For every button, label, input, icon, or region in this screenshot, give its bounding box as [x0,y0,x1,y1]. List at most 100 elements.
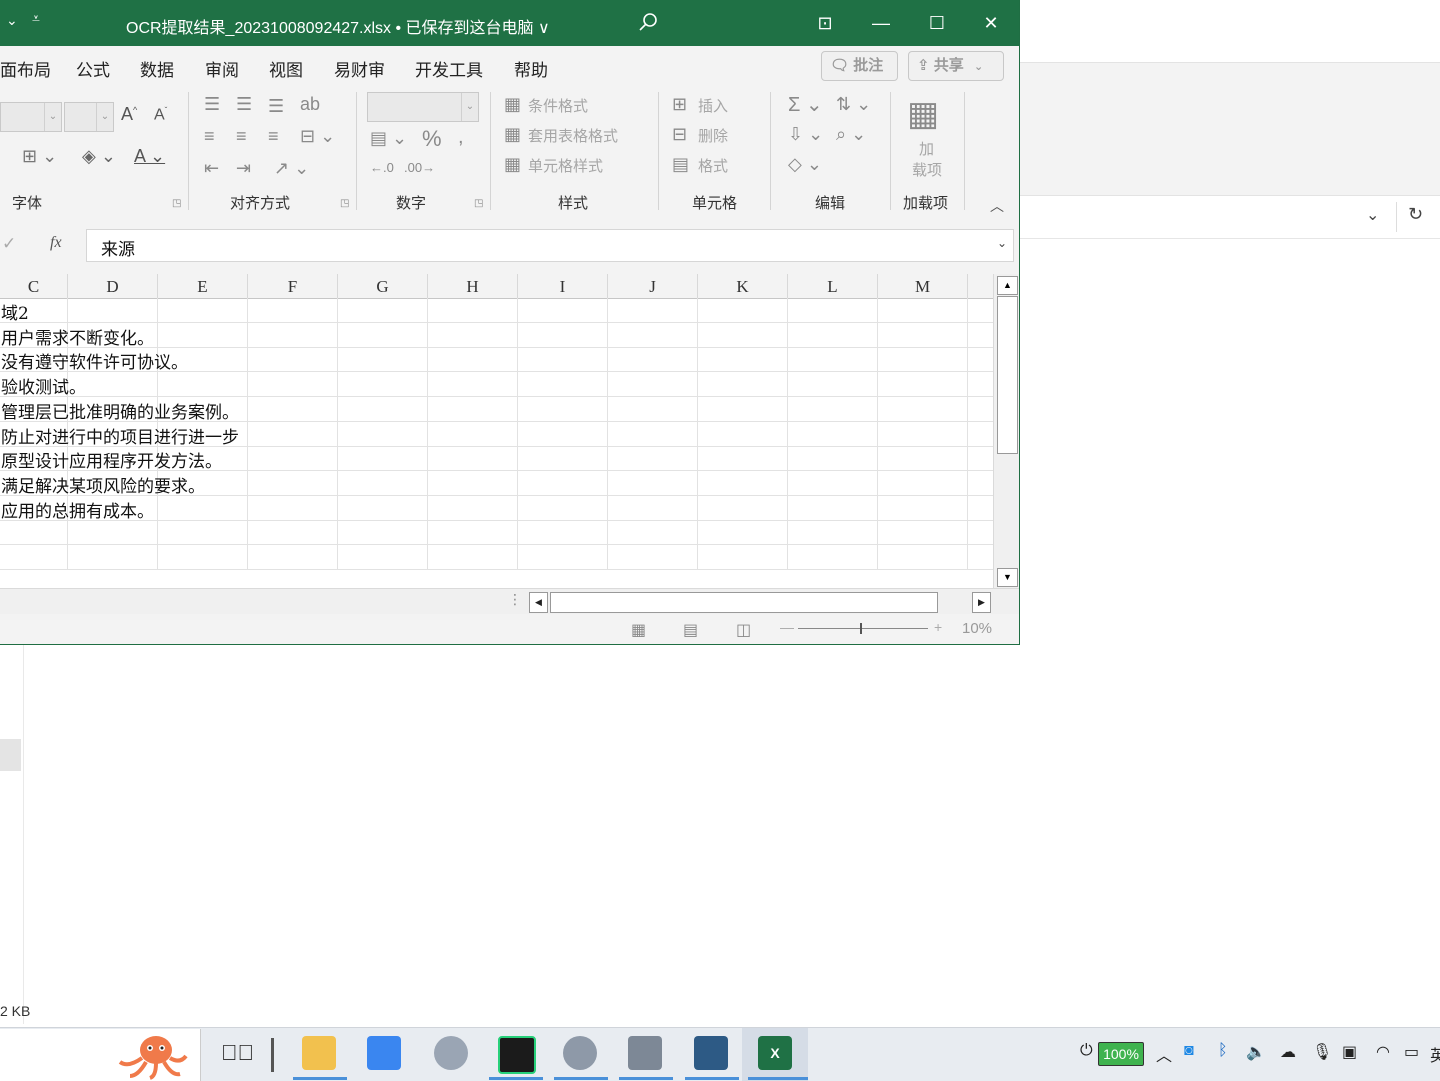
chevron-up-icon[interactable]: ︿ [1156,1042,1172,1066]
cell-styles-button[interactable]: 单元格样式 [528,155,603,176]
cell[interactable] [338,446,428,471]
cell[interactable] [428,372,518,397]
align-right-icon[interactable]: ≡ [268,126,279,147]
formula-input[interactable]: 来源 ⌄ [86,229,1014,262]
cell[interactable] [878,495,968,520]
number-format-combo[interactable]: ⌄ [367,92,479,122]
scroll-down-icon[interactable]: ▼ [997,568,1018,587]
cell[interactable] [518,495,608,520]
column-header-k[interactable]: K [698,274,788,299]
cell[interactable] [248,446,338,471]
page-break-view-icon[interactable]: ◫ [736,620,751,640]
cell[interactable] [608,298,698,322]
cell[interactable] [518,545,608,569]
cell[interactable] [788,545,878,569]
cell[interactable] [698,322,788,347]
cell[interactable] [788,396,878,421]
tab-page-layout[interactable]: 面布局 [0,56,51,81]
orientation-icon[interactable]: ↗ ⌄ [274,158,309,179]
column-header-g[interactable]: G [338,274,428,299]
format-cells-button[interactable]: 格式 [698,155,728,176]
cell[interactable] [608,470,698,495]
cell[interactable] [248,372,338,397]
cell[interactable] [698,446,788,471]
ribbon-display-options-icon[interactable]: ⊡ [810,8,840,38]
cell[interactable] [878,470,968,495]
cell[interactable] [518,347,608,372]
chevron-down-icon[interactable]: ⌄ [44,103,61,131]
cell[interactable] [338,470,428,495]
cell[interactable] [428,495,518,520]
python-icon[interactable] [694,1036,728,1070]
cell[interactable] [158,322,248,347]
cell[interactable] [338,347,428,372]
cell[interactable] [248,347,338,372]
column-header-d[interactable]: D [68,274,158,299]
cell[interactable] [518,520,608,545]
cell[interactable] [68,298,158,322]
tray-app-icon[interactable]: ◙ [1184,1042,1194,1060]
cell[interactable] [788,470,878,495]
cell[interactable] [878,372,968,397]
dialog-launcher-icon[interactable]: ◳ [172,198,181,209]
cell[interactable] [698,372,788,397]
zoom-out-icon[interactable]: — [780,619,794,635]
cell[interactable] [248,495,338,520]
font-color-icon[interactable]: A ⌄ [134,146,165,167]
comments-button[interactable]: 🗨 批注 [821,51,898,81]
horizontal-scroll-thumb[interactable] [550,592,938,613]
cell[interactable] [698,520,788,545]
cell[interactable] [788,421,878,446]
microphone-icon[interactable]: 🎙 [1312,1042,1332,1062]
chevron-down-icon[interactable]: ⌄ [96,103,113,131]
merge-center-icon[interactable]: ⊟ ⌄ [300,126,335,147]
share-button[interactable]: ⇪ 共享 ⌄ [908,51,1004,81]
input-method-icon[interactable]: 英 [1430,1042,1440,1066]
display-icon[interactable]: ▣ [1342,1042,1357,1062]
tab-help[interactable]: 帮助 [514,56,548,81]
cell[interactable] [788,520,878,545]
cell[interactable] [608,347,698,372]
cell[interactable] [338,495,428,520]
cell[interactable] [428,322,518,347]
cell[interactable] [0,520,68,545]
network-share-icon[interactable]: ☁ [1280,1042,1296,1062]
cell[interactable] [248,298,338,322]
cell[interactable] [428,298,518,322]
cell[interactable] [68,545,158,569]
feishu-icon[interactable] [367,1036,401,1070]
cell[interactable] [878,396,968,421]
wifi-icon[interactable]: ◠ [1376,1042,1390,1062]
cell[interactable] [698,545,788,569]
increase-font-icon[interactable]: A^ [121,104,137,125]
align-top-icon[interactable]: ☰ [204,94,220,115]
tab-split-handle-icon[interactable]: ⋮ [508,591,522,608]
cell[interactable] [338,322,428,347]
chevron-down-icon[interactable]: ⌄ [461,93,478,121]
tab-formulas[interactable]: 公式 [76,56,110,81]
bluetooth-icon[interactable]: ᛒ [1218,1042,1228,1060]
app-5-icon[interactable] [563,1036,597,1070]
zoom-level[interactable]: 10% [962,620,992,637]
sort-filter-icon[interactable]: ⇅ ⌄ [836,94,871,115]
cell[interactable] [248,322,338,347]
column-header-f[interactable]: F [248,274,338,299]
cell[interactable] [788,347,878,372]
cell[interactable] [338,545,428,569]
pycharm-icon[interactable] [498,1036,536,1074]
cell[interactable] [518,421,608,446]
cell[interactable] [428,545,518,569]
cell[interactable] [788,446,878,471]
cell[interactable] [878,347,968,372]
comma-style-icon[interactable]: , [458,126,464,149]
cell[interactable] [878,520,968,545]
tab-data[interactable]: 数据 [140,56,174,81]
cell[interactable] [878,446,968,471]
cell[interactable] [518,372,608,397]
cell[interactable] [608,495,698,520]
add-ins-label-top[interactable]: 加 [919,138,934,159]
app-3-icon[interactable] [434,1036,468,1070]
cell[interactable] [698,347,788,372]
cell[interactable] [518,446,608,471]
column-header-m[interactable]: M [878,274,968,299]
